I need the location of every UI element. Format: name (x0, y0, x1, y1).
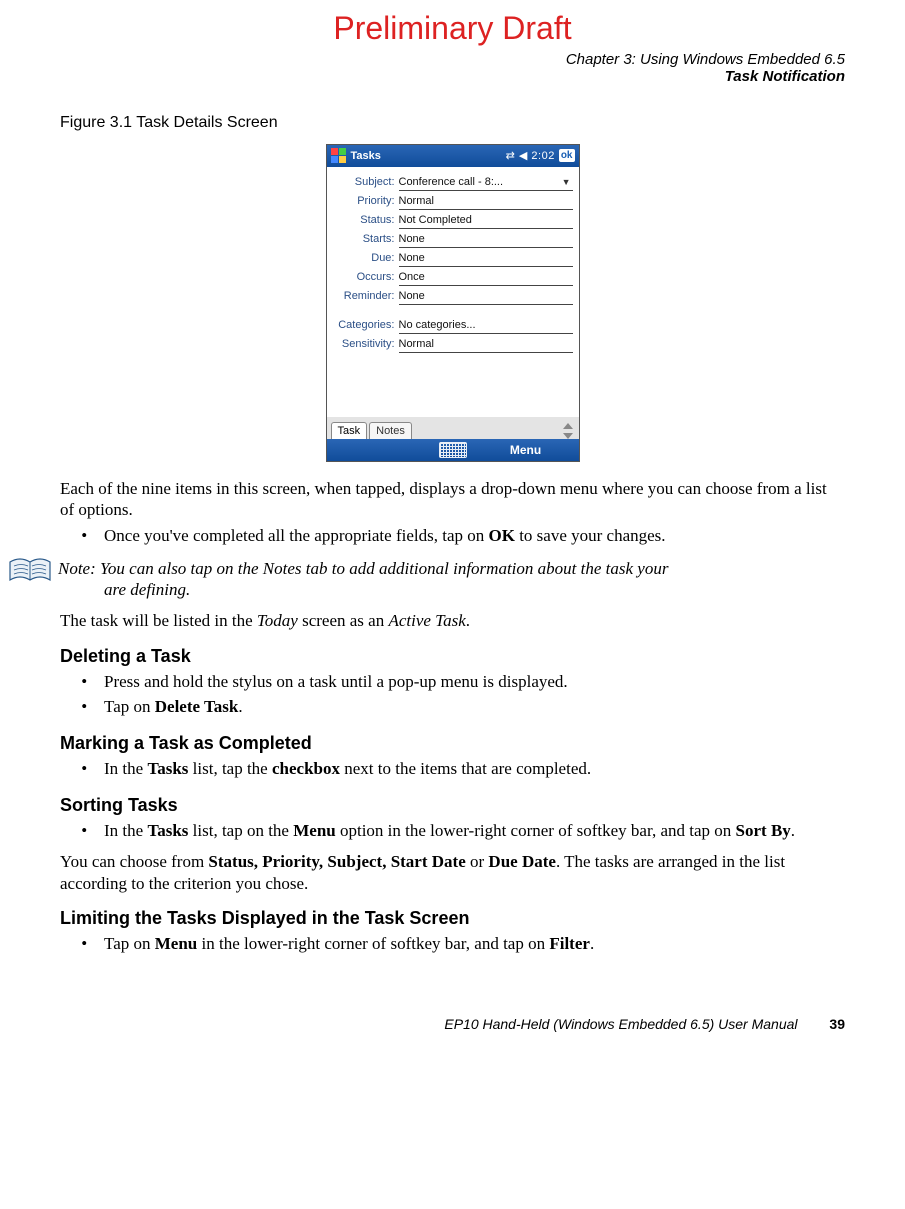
list-item: Once you've completed all the appropriat… (100, 525, 845, 548)
active-task-paragraph: The task will be listed in the Today scr… (60, 610, 845, 632)
list-item: Tap on Delete Task. (100, 696, 845, 719)
ok-button[interactable]: ok (559, 149, 575, 162)
keyboard-icon[interactable] (439, 442, 467, 458)
value[interactable]: None (399, 288, 573, 305)
softkey-bar: Menu (327, 439, 579, 461)
heading-limiting: Limiting the Tasks Displayed in the Task… (60, 908, 845, 929)
value[interactable]: Normal (399, 336, 573, 353)
row-starts[interactable]: Starts: None (333, 230, 573, 249)
value[interactable]: Conference call - 8:...▼ (399, 174, 573, 191)
tab-task[interactable]: Task (331, 422, 368, 439)
intro-paragraph: Each of the nine items in this screen, w… (60, 478, 845, 522)
value[interactable]: Not Completed (399, 212, 573, 229)
bullet-list-limit: Tap on Menu in the lower-right corner of… (60, 933, 845, 956)
bullet-list-mark: In the Tasks list, tap the checkbox next… (60, 758, 845, 781)
label: Occurs: (333, 271, 399, 283)
page-number: 39 (829, 1016, 845, 1032)
row-categories[interactable]: Categories: No categories... (333, 316, 573, 335)
tab-notes[interactable]: Notes (369, 422, 412, 439)
label: Categories: (333, 319, 399, 331)
device-screenshot: Tasks ⇄ ◀ 2:02 ok Subject: Conference ca… (326, 144, 580, 462)
row-priority[interactable]: Priority: Normal (333, 192, 573, 211)
value[interactable]: Normal (399, 193, 573, 210)
screenshot-figure: Tasks ⇄ ◀ 2:02 ok Subject: Conference ca… (60, 144, 845, 462)
row-reminder[interactable]: Reminder: None (333, 287, 573, 306)
preliminary-draft: Preliminary Draft (60, 10, 845, 47)
heading-deleting: Deleting a Task (60, 646, 845, 667)
footer-text: EP10 Hand-Held (Windows Embedded 6.5) Us… (444, 1016, 797, 1032)
row-subject[interactable]: Subject: Conference call - 8:...▼ (333, 173, 573, 192)
label: Starts: (333, 233, 399, 245)
label: Status: (333, 214, 399, 226)
sort-paragraph: You can choose from Status, Priority, Su… (60, 851, 845, 895)
label: Priority: (333, 195, 399, 207)
figure-caption: Figure 3.1 Task Details Screen (60, 114, 845, 132)
value[interactable]: Once (399, 269, 573, 286)
status-icons: ⇄ ◀ 2:02 (506, 149, 555, 162)
row-status[interactable]: Status: Not Completed (333, 211, 573, 230)
bullet-list-delete: Press and hold the stylus on a task unti… (60, 671, 845, 719)
label: Due: (333, 252, 399, 264)
list-item: Tap on Menu in the lower-right corner of… (100, 933, 845, 956)
task-form: Subject: Conference call - 8:...▼ Priori… (327, 167, 579, 416)
list-item: Press and hold the stylus on a task unti… (100, 671, 845, 694)
list-item: In the Tasks list, tap on the Menu optio… (100, 820, 845, 843)
bullet-list-sort: In the Tasks list, tap on the Menu optio… (60, 820, 845, 843)
note-text: Note: You can also tap on the Notes tab … (58, 556, 668, 601)
chapter-line: Chapter 3: Using Windows Embedded 6.5 (60, 51, 845, 68)
list-item: In the Tasks list, tap the checkbox next… (100, 758, 845, 781)
chevron-down-icon: ▼ (562, 177, 573, 187)
value[interactable]: None (399, 231, 573, 248)
softkey-right[interactable]: Menu (473, 443, 579, 457)
scroll-arrows[interactable] (563, 423, 579, 439)
row-sensitivity[interactable]: Sensitivity: Normal (333, 335, 573, 354)
title-bar: Tasks ⇄ ◀ 2:02 ok (327, 145, 579, 167)
footer: EP10 Hand-Held (Windows Embedded 6.5) Us… (60, 1016, 845, 1032)
value[interactable]: No categories... (399, 317, 573, 334)
label: Sensitivity: (333, 338, 399, 350)
chapter-header: Chapter 3: Using Windows Embedded 6.5 Ta… (60, 51, 845, 86)
bullet-list-ok: Once you've completed all the appropriat… (60, 525, 845, 548)
tab-strip: Task Notes (327, 416, 579, 439)
row-occurs[interactable]: Occurs: Once (333, 268, 573, 287)
book-icon (8, 556, 52, 586)
heading-marking: Marking a Task as Completed (60, 733, 845, 754)
value[interactable]: None (399, 250, 573, 267)
start-icon[interactable] (331, 148, 347, 164)
label: Subject: (333, 176, 399, 188)
note-block: Note: You can also tap on the Notes tab … (8, 556, 845, 601)
row-due[interactable]: Due: None (333, 249, 573, 268)
label: Reminder: (333, 290, 399, 302)
section-line: Task Notification (60, 68, 845, 85)
app-title: Tasks (351, 150, 506, 162)
heading-sorting: Sorting Tasks (60, 795, 845, 816)
